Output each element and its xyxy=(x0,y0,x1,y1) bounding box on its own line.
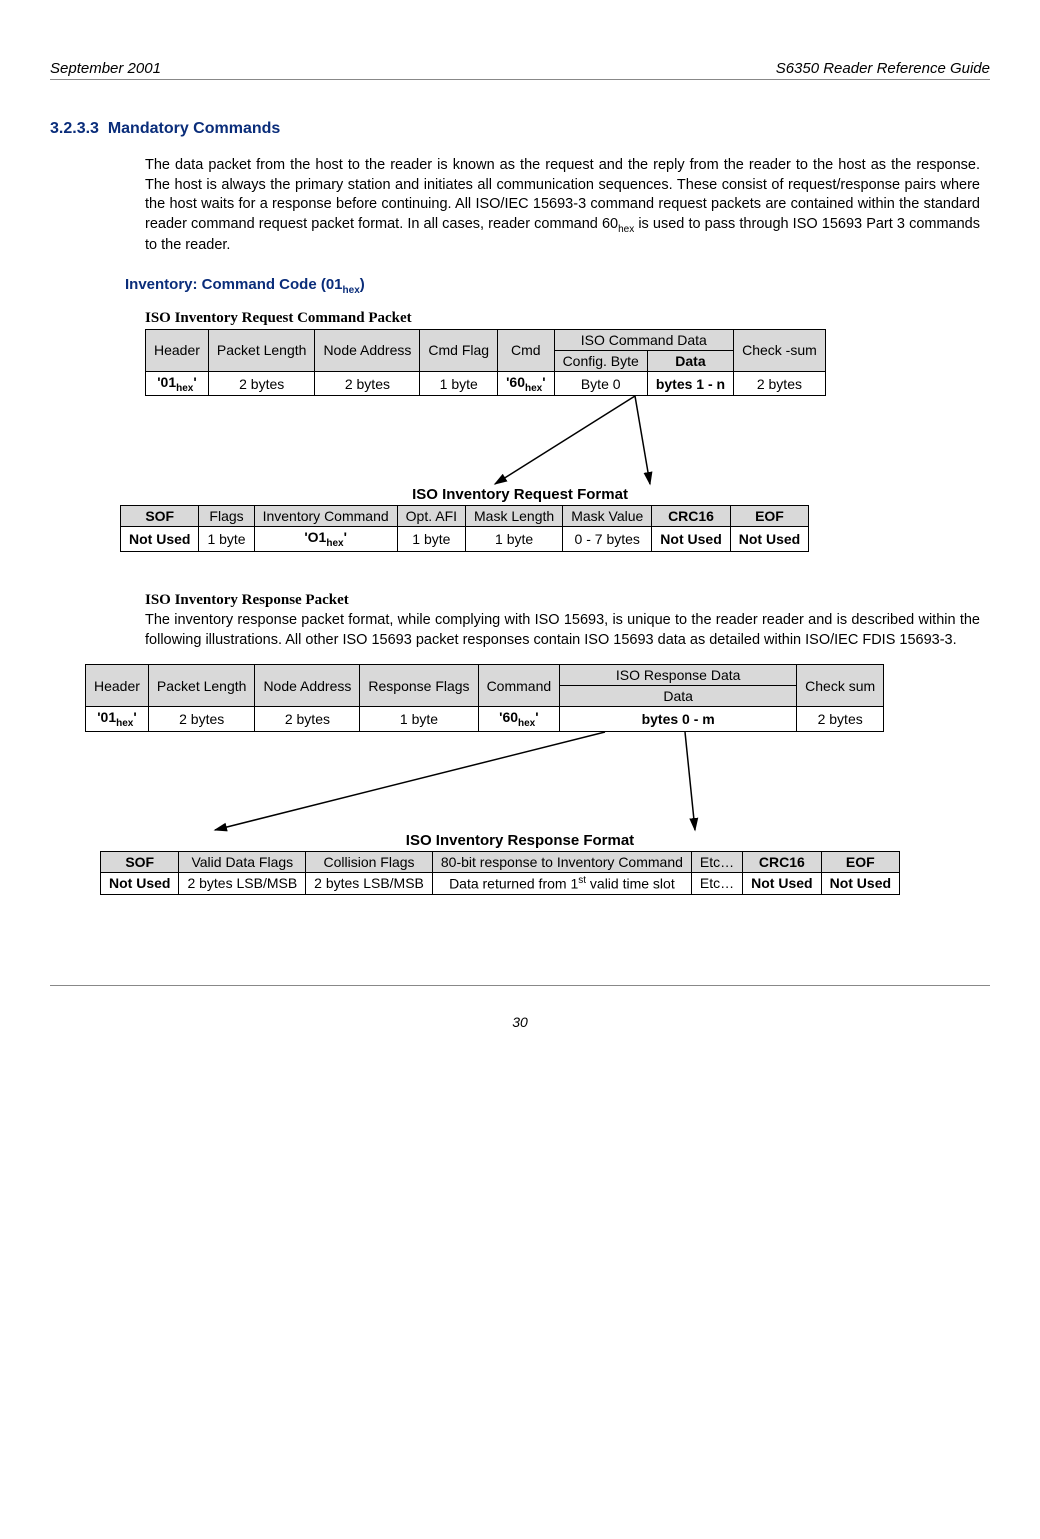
td-plen2: 2 bytes xyxy=(148,707,255,732)
td-optafi: 1 byte xyxy=(397,527,465,552)
th-sof2: SOF xyxy=(101,852,179,873)
th-cmd: Cmd xyxy=(498,329,554,371)
section-number: 3.2.3.3 xyxy=(50,120,99,137)
th-plen2: Packet Length xyxy=(148,665,255,707)
th-optafi: Opt. AFI xyxy=(397,506,465,527)
th-data2: Data xyxy=(560,686,797,707)
th-config-byte: Config. Byte xyxy=(554,350,647,371)
section-title: Mandatory Commands xyxy=(108,120,280,137)
td-validflags: 2 bytes LSB/MSB xyxy=(179,873,306,895)
td-maskval: 0 - 7 bytes xyxy=(563,527,652,552)
th-cmd-flag: Cmd Flag xyxy=(420,329,498,371)
td-header-val: '01hex' xyxy=(146,371,209,396)
intro-sub: hex xyxy=(618,224,634,235)
td-chk2: 2 bytes xyxy=(797,707,884,732)
td-header2: '01hex' xyxy=(86,707,149,732)
th-crc162: CRC16 xyxy=(743,852,821,873)
th-naddr2: Node Address xyxy=(255,665,360,707)
req-format-caption: ISO Inventory Request Format xyxy=(50,486,990,503)
inv-heading-sub: hex xyxy=(343,285,360,296)
req-packet-table: Header Packet Length Node Address Cmd Fl… xyxy=(145,329,826,397)
td-flags: 1 byte xyxy=(199,527,254,552)
td-sof: Not Used xyxy=(121,527,199,552)
th-checksum2: Check sum xyxy=(797,665,884,707)
td-eof2: Not Used xyxy=(821,873,899,895)
resp-packet-table: Header Packet Length Node Address Respon… xyxy=(85,664,884,732)
page-header: September 2001 S6350 Reader Reference Gu… xyxy=(50,60,990,80)
td-chk: 2 bytes xyxy=(734,371,826,396)
th-eof2: EOF xyxy=(821,852,899,873)
th-header2: Header xyxy=(86,665,149,707)
td-sof2: Not Used xyxy=(101,873,179,895)
th-crc16: CRC16 xyxy=(652,506,730,527)
req-packet-caption: ISO Inventory Request Command Packet xyxy=(145,310,990,327)
td-cmdflag: 1 byte xyxy=(420,371,498,396)
inventory-heading: Inventory: Command Code (01hex) xyxy=(125,276,990,296)
arrow-icon xyxy=(85,732,985,842)
header-left: September 2001 xyxy=(50,60,161,77)
td-plen: 2 bytes xyxy=(208,371,315,396)
footer-divider xyxy=(50,985,990,986)
th-invcmd: Inventory Command xyxy=(254,506,397,527)
td-masklen: 1 byte xyxy=(466,527,563,552)
th-command: Command xyxy=(478,665,560,707)
th-checksum: Check -sum xyxy=(734,329,826,371)
th-eof: EOF xyxy=(730,506,808,527)
header-right: S6350 Reader Reference Guide xyxy=(776,60,990,77)
td-bytes: bytes 1 - n xyxy=(647,371,733,396)
th-masklen: Mask Length xyxy=(466,506,563,527)
th-sof: SOF xyxy=(121,506,199,527)
resp-packet-caption: ISO Inventory Response Packet xyxy=(145,592,990,609)
th-respflags: Response Flags xyxy=(360,665,478,707)
th-etc: Etc… xyxy=(691,852,742,873)
td-collflags: 2 bytes LSB/MSB xyxy=(306,873,433,895)
th-maskval: Mask Value xyxy=(563,506,652,527)
req-format-table: SOF Flags Inventory Command Opt. AFI Mas… xyxy=(120,505,809,552)
td-invcmd: 'O1hex' xyxy=(254,527,397,552)
td-80bit: Data returned from 1st valid time slot xyxy=(432,873,691,895)
td-etc: Etc… xyxy=(691,873,742,895)
arrow-icon xyxy=(145,396,845,496)
th-node-address: Node Address xyxy=(315,329,420,371)
td-respflags: 1 byte xyxy=(360,707,478,732)
inv-heading-pre: Inventory: Command Code (01 xyxy=(125,276,343,293)
td-crc162: Not Used xyxy=(743,873,821,895)
th-collflags: Collision Flags xyxy=(306,852,433,873)
th-80bit: 80-bit response to Inventory Command xyxy=(432,852,691,873)
td-naddr2: 2 bytes xyxy=(255,707,360,732)
td-command: '60hex' xyxy=(478,707,560,732)
section-heading: 3.2.3.3 Mandatory Commands xyxy=(50,120,990,138)
th-isorespdata: ISO Response Data xyxy=(560,665,797,686)
td-bytes2: bytes 0 - m xyxy=(560,707,797,732)
td-eof: Not Used xyxy=(730,527,808,552)
page-number: 30 xyxy=(50,1014,990,1030)
inv-heading-post: ) xyxy=(360,276,365,293)
td-cfgbyte: Byte 0 xyxy=(554,371,647,396)
th-validflags: Valid Data Flags xyxy=(179,852,306,873)
th-packet-length: Packet Length xyxy=(208,329,315,371)
th-iso-cmd-data: ISO Command Data xyxy=(554,329,734,350)
td-cmd: '60hex' xyxy=(498,371,554,396)
resp-packet-text: The inventory response packet format, wh… xyxy=(145,611,980,650)
intro-paragraph: The data packet from the host to the rea… xyxy=(145,156,980,256)
td-naddr: 2 bytes xyxy=(315,371,420,396)
th-data: Data xyxy=(647,350,733,371)
resp-format-table: SOF Valid Data Flags Collision Flags 80-… xyxy=(100,851,900,895)
th-header: Header xyxy=(146,329,209,371)
resp-format-caption: ISO Inventory Response Format xyxy=(50,832,990,849)
th-flags: Flags xyxy=(199,506,254,527)
td-crc16: Not Used xyxy=(652,527,730,552)
